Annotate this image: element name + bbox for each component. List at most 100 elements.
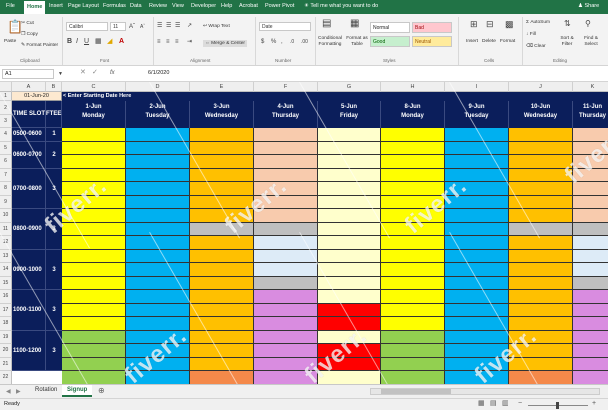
schedule-cell[interactable] — [445, 371, 509, 384]
schedule-cell[interactable] — [190, 290, 254, 304]
tab-acrobat[interactable]: Acrobat — [239, 3, 258, 9]
find-icon[interactable]: ⚲ — [585, 20, 591, 28]
row-header-11[interactable]: 11 — [0, 222, 12, 236]
schedule-cell[interactable] — [126, 317, 190, 331]
schedule-cell[interactable] — [190, 128, 254, 142]
schedule-cell[interactable] — [190, 303, 254, 317]
schedule-cell[interactable] — [381, 263, 445, 277]
schedule-cell[interactable] — [573, 357, 608, 371]
schedule-cell[interactable] — [318, 195, 381, 209]
schedule-cell[interactable] — [509, 317, 573, 331]
delete-cells-button[interactable]: Delete — [482, 39, 496, 44]
schedule-cell[interactable] — [509, 155, 573, 169]
schedule-cell[interactable] — [254, 128, 318, 142]
schedule-cell[interactable] — [254, 222, 318, 236]
schedule-cell[interactable] — [445, 344, 509, 358]
column-header-f[interactable]: F — [254, 82, 318, 92]
row-header-10[interactable]: 10 — [0, 209, 12, 223]
schedule-cell[interactable] — [445, 195, 509, 209]
column-header-e[interactable]: E — [190, 82, 254, 92]
tab-page-layout[interactable]: Page Layout — [68, 3, 99, 9]
align-middle-icon[interactable]: ☰ — [166, 22, 171, 30]
schedule-cell[interactable] — [445, 330, 509, 344]
fill-button[interactable]: ↓ Fill — [526, 32, 536, 37]
time-slot-cell[interactable]: 0700-0800 — [12, 168, 46, 209]
schedule-cell[interactable] — [381, 344, 445, 358]
schedule-cell[interactable] — [445, 182, 509, 196]
row-header-14[interactable]: 14 — [0, 263, 12, 277]
schedule-cell[interactable] — [190, 330, 254, 344]
schedule-cell[interactable] — [190, 357, 254, 371]
ftee-cell[interactable]: 2 — [46, 141, 62, 169]
schedule-cell[interactable] — [62, 330, 126, 344]
zoom-out-icon[interactable]: − — [518, 400, 522, 408]
schedule-cell[interactable] — [62, 357, 126, 371]
style-good[interactable]: Good — [370, 36, 410, 47]
ftee-cell[interactable]: 3 — [46, 290, 62, 331]
schedule-cell[interactable] — [62, 195, 126, 209]
schedule-cell[interactable] — [573, 209, 608, 223]
schedule-cell[interactable] — [254, 317, 318, 331]
column-header-g[interactable]: G — [318, 82, 381, 92]
schedule-cell[interactable] — [573, 330, 608, 344]
schedule-cell[interactable] — [381, 357, 445, 371]
schedule-cell[interactable] — [509, 249, 573, 263]
schedule-cell[interactable] — [62, 236, 126, 250]
schedule-cell[interactable] — [445, 141, 509, 155]
font-grow-icon[interactable]: Aˆ — [129, 23, 135, 31]
schedule-cell[interactable] — [190, 195, 254, 209]
format-as-table-icon[interactable]: ▦ — [350, 19, 359, 29]
schedule-cell[interactable] — [509, 209, 573, 223]
row-header-5[interactable]: 5 — [0, 141, 12, 155]
schedule-cell[interactable] — [573, 344, 608, 358]
time-slot-cell[interactable]: 0600-0700 — [12, 141, 46, 169]
new-sheet-icon[interactable]: ⊕ — [98, 387, 105, 395]
comma-icon[interactable]: , — [281, 38, 283, 46]
format-cells-button[interactable]: Format — [500, 39, 515, 44]
schedule-cell[interactable] — [126, 263, 190, 277]
schedule-cell[interactable] — [573, 141, 608, 155]
schedule-cell[interactable] — [318, 357, 381, 371]
schedule-cell[interactable] — [381, 209, 445, 223]
align-left-icon[interactable]: ≡ — [157, 38, 161, 46]
schedule-cell[interactable] — [381, 317, 445, 331]
indent-icon[interactable]: ⇥ — [187, 38, 192, 46]
conditional-formatting-button[interactable]: Conditional Formatting — [317, 36, 343, 48]
schedule-cell[interactable] — [573, 236, 608, 250]
clear-button[interactable]: ⌫ Clear — [526, 44, 546, 49]
row-header-4[interactable]: 4 — [0, 128, 12, 142]
ftee-cell[interactable]: 3 — [46, 249, 62, 290]
column-header-c[interactable]: C — [62, 82, 126, 92]
merge-center-button[interactable]: ⇔ Merge & Center — [203, 40, 247, 47]
row-header-7[interactable]: 7 — [0, 168, 12, 182]
schedule-cell[interactable] — [62, 182, 126, 196]
decrease-decimal-icon[interactable]: .00 — [301, 38, 308, 46]
schedule-cell[interactable] — [126, 236, 190, 250]
zoom-slider[interactable] — [528, 402, 588, 409]
schedule-cell[interactable] — [190, 276, 254, 290]
schedule-cell[interactable] — [509, 222, 573, 236]
worksheet-grid[interactable]: ABCDEFGHIJK 1 2 3 4 5 6 7 8 9 10 11 12 13 14 15 16 17 18 1… — [0, 82, 608, 384]
schedule-cell[interactable] — [381, 155, 445, 169]
schedule-cell[interactable] — [126, 222, 190, 236]
insert-function-button[interactable]: fx — [110, 70, 115, 76]
row-header-3[interactable]: 3 — [0, 115, 12, 128]
schedule-cell[interactable] — [509, 290, 573, 304]
time-slot-cell[interactable]: 0500-0600 — [12, 128, 46, 142]
row-header-8[interactable]: 8 — [0, 182, 12, 196]
schedule-cell[interactable] — [126, 344, 190, 358]
schedule-cell[interactable] — [573, 276, 608, 290]
schedule-cell[interactable] — [126, 168, 190, 182]
column-header-b[interactable]: B — [46, 82, 62, 92]
column-header-j[interactable]: J — [509, 82, 573, 92]
tell-me-search[interactable]: ☀ Tell me what you want to do — [304, 3, 378, 9]
schedule-cell[interactable] — [509, 236, 573, 250]
tab-data[interactable]: Data — [130, 3, 142, 9]
currency-icon[interactable]: $ — [261, 38, 264, 46]
schedule-cell[interactable] — [381, 303, 445, 317]
row-header-1[interactable]: 1 — [0, 92, 12, 101]
schedule-cell[interactable] — [318, 141, 381, 155]
schedule-cell[interactable] — [254, 357, 318, 371]
formula-input[interactable]: 6/1/2020 — [148, 70, 169, 76]
style-bad[interactable]: Bad — [412, 22, 452, 33]
